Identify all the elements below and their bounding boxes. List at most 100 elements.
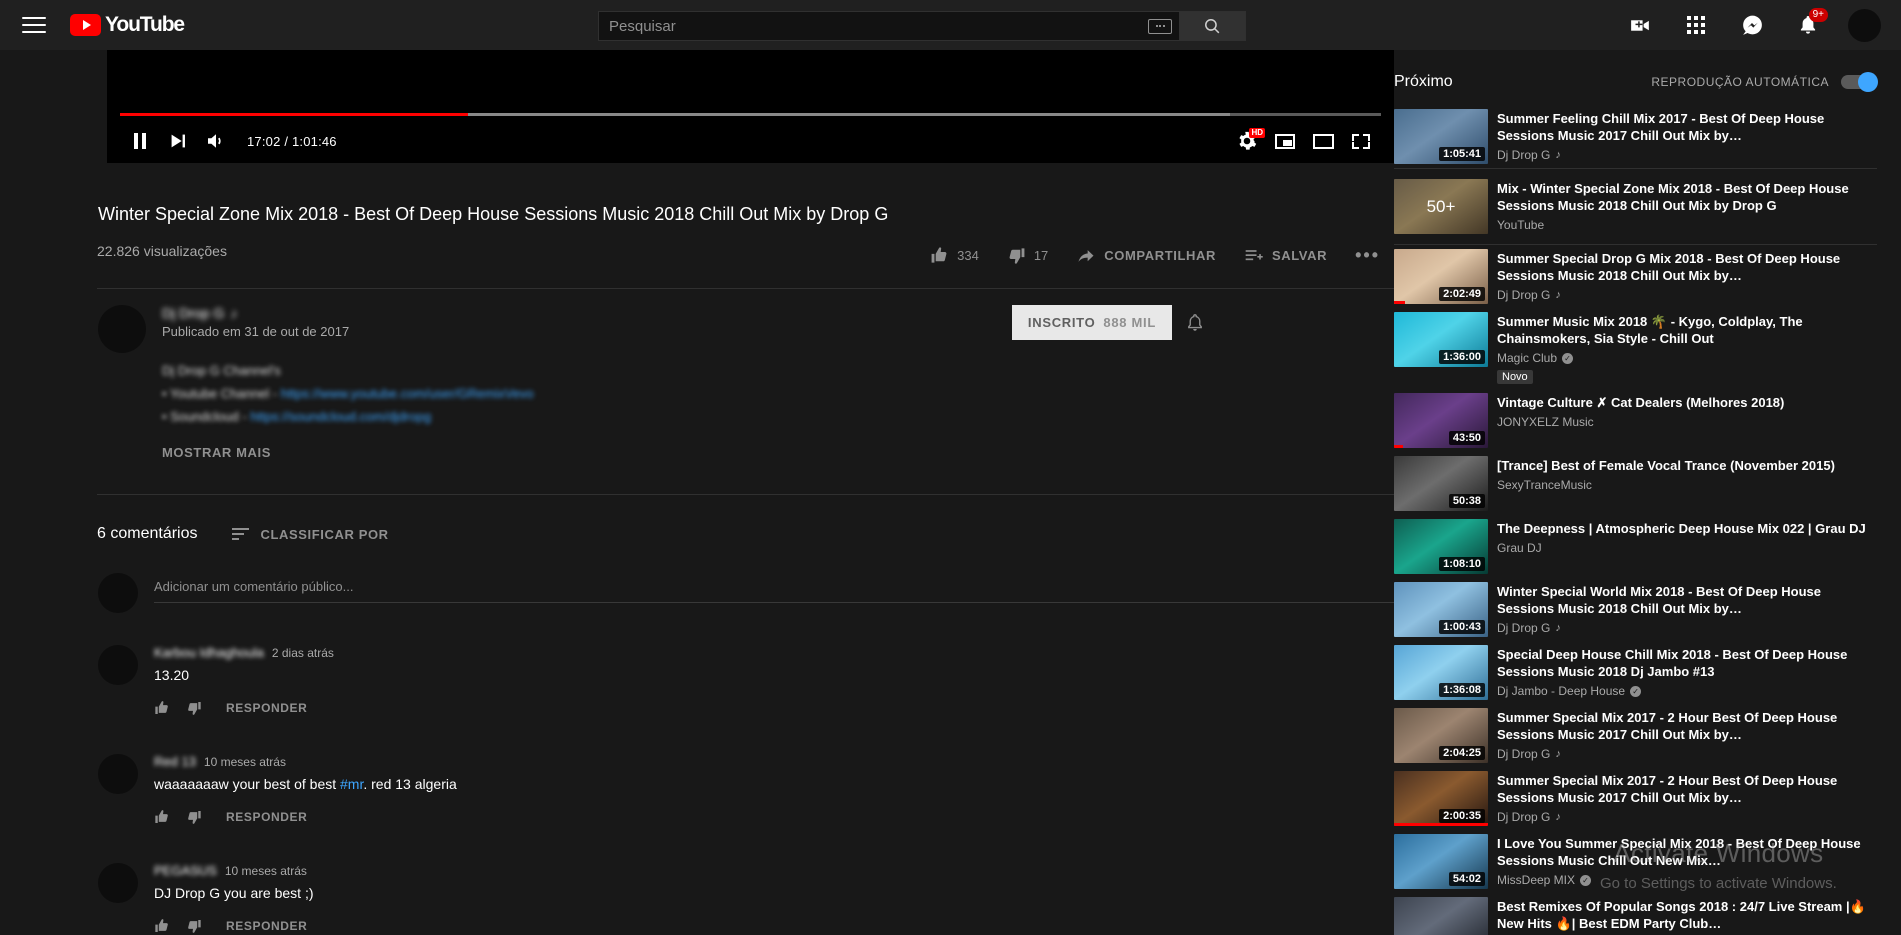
video-thumbnail[interactable] (1394, 897, 1488, 935)
video-thumbnail[interactable]: 54:02 (1394, 834, 1488, 889)
related-video-title[interactable]: Winter Special World Mix 2018 - Best Of … (1497, 583, 1877, 617)
theater-mode-button[interactable] (1304, 122, 1342, 160)
menu-icon[interactable] (22, 13, 46, 37)
save-button[interactable]: SALVAR (1230, 236, 1341, 276)
search-button[interactable] (1180, 11, 1246, 41)
comment-author-avatar[interactable] (98, 645, 138, 685)
related-video-item[interactable]: 54:02 I Love You Summer Special Mix 2018 … (1394, 830, 1877, 893)
related-video-item[interactable]: 2:02:49 Summer Special Drop G Mix 2018 - … (1394, 245, 1877, 308)
comment-author[interactable]: Red 13 (154, 754, 196, 769)
related-video-title[interactable]: Vintage Culture ✗ Cat Dealers (Melhores … (1497, 394, 1877, 411)
related-video-channel[interactable]: Grau DJ (1497, 541, 1877, 555)
progress-bar-row[interactable] (107, 113, 1394, 118)
comment-author-avatar[interactable] (98, 754, 138, 794)
related-video-channel[interactable]: Dj Drop G ♪ (1497, 810, 1877, 824)
related-video-channel[interactable]: YouTube (1497, 218, 1877, 232)
related-video-title[interactable]: Summer Feeling Chill Mix 2017 - Best Of … (1497, 110, 1877, 144)
related-video-item[interactable]: 2:04:25 Summer Special Mix 2017 - 2 Hour … (1394, 704, 1877, 767)
related-video-channel[interactable]: MissDeep MIX ✓ (1497, 873, 1877, 887)
video-thumbnail[interactable]: 2:02:49 (1394, 249, 1488, 304)
related-video-title[interactable]: Special Deep House Chill Mix 2018 - Best… (1497, 646, 1877, 680)
notifications-button[interactable]: 9+ (1788, 5, 1828, 45)
related-video-title[interactable]: Mix - Winter Special Zone Mix 2018 - Bes… (1497, 180, 1877, 214)
related-video-title[interactable]: Summer Music Mix 2018 🌴 - Kygo, Coldplay… (1497, 313, 1877, 347)
video-thumbnail[interactable]: 1:36:00 (1394, 312, 1488, 367)
related-video-item[interactable]: 50+ Mix - Winter Special Zone Mix 2018 - … (1394, 168, 1877, 245)
comment-dislike-button[interactable] (178, 912, 210, 935)
keyboard-icon[interactable] (1148, 18, 1172, 34)
related-video-item[interactable]: Best Remixes Of Popular Songs 2018 : 24/… (1394, 893, 1877, 935)
search-input[interactable] (609, 17, 1148, 35)
related-video-title[interactable]: [Trance] Best of Female Vocal Trance (No… (1497, 457, 1877, 474)
comment-reply-button[interactable]: RESPONDER (226, 919, 307, 933)
video-thumbnail[interactable]: 1:08:10 (1394, 519, 1488, 574)
miniplayer-button[interactable] (1266, 122, 1304, 160)
fullscreen-button[interactable] (1342, 122, 1380, 160)
related-video-channel[interactable]: Magic Club ✓ (1497, 351, 1877, 365)
video-thumbnail[interactable]: 2:00:35 (1394, 771, 1488, 826)
messages-button[interactable] (1732, 5, 1772, 45)
comment-reply-button[interactable]: RESPONDER (226, 701, 307, 715)
related-video-channel[interactable]: Dj Drop G ♪ (1497, 621, 1877, 635)
progress-track[interactable] (120, 113, 1381, 116)
comment-dislike-button[interactable] (178, 694, 210, 722)
channel-avatar[interactable] (98, 305, 146, 353)
youtube-logo[interactable]: YouTube (70, 13, 185, 37)
comment-like-button[interactable] (146, 803, 178, 831)
related-video-channel[interactable]: JONYXELZ Music (1497, 415, 1877, 429)
create-video-button[interactable] (1620, 5, 1660, 45)
related-video-channel[interactable]: Dj Drop G ♪ (1497, 288, 1877, 302)
more-actions-button[interactable]: ••• (1341, 235, 1394, 276)
share-button[interactable]: COMPARTILHAR (1062, 236, 1230, 276)
comment-reply-button[interactable]: RESPONDER (226, 810, 307, 824)
related-video-channel[interactable]: Dj Drop G ♪ (1497, 747, 1877, 761)
apps-button[interactable] (1676, 5, 1716, 45)
video-player[interactable]: 17:02 / 1:01:46 HD (107, 50, 1394, 163)
video-thumbnail[interactable]: 50+ (1394, 179, 1488, 234)
dislike-button[interactable]: 17 (993, 236, 1062, 275)
related-video-title[interactable]: Summer Special Mix 2017 - 2 Hour Best Of… (1497, 772, 1877, 806)
related-video-item[interactable]: 50:38 [Trance] Best of Female Vocal Tranc… (1394, 452, 1877, 515)
soundcloud-link[interactable]: https://soundcloud.com/djdropg (250, 409, 431, 424)
comment-author-avatar[interactable] (98, 863, 138, 903)
related-video-item[interactable]: 43:50 Vintage Culture ✗ Cat Dealers (Melh… (1394, 389, 1877, 452)
video-thumbnail[interactable]: 1:36:08 (1394, 645, 1488, 700)
search-box[interactable] (598, 11, 1180, 41)
related-video-title[interactable]: I Love You Summer Special Mix 2018 - Bes… (1497, 835, 1877, 869)
video-thumbnail[interactable]: 50:38 (1394, 456, 1488, 511)
video-thumbnail[interactable]: 1:00:43 (1394, 582, 1488, 637)
related-video-item[interactable]: 1:00:43 Winter Special World Mix 2018 - B… (1394, 578, 1877, 641)
related-video-channel[interactable]: Dj Drop G ♪ (1497, 148, 1877, 162)
related-video-title[interactable]: The Deepness | Atmospheric Deep House Mi… (1497, 520, 1877, 537)
related-video-item[interactable]: 1:05:41 Summer Feeling Chill Mix 2017 - B… (1394, 105, 1877, 168)
comment-author[interactable]: PEGASUS (154, 863, 217, 878)
show-more-button[interactable]: MOSTRAR MAIS (162, 445, 1394, 460)
related-video-item[interactable]: 1:08:10 The Deepness | Atmospheric Deep H… (1394, 515, 1877, 578)
related-video-item[interactable]: 1:36:08 Special Deep House Chill Mix 2018… (1394, 641, 1877, 704)
pause-button[interactable] (121, 122, 159, 160)
comment-like-button[interactable] (146, 694, 178, 722)
video-thumbnail[interactable]: 2:04:25 (1394, 708, 1488, 763)
video-thumbnail[interactable]: 43:50 (1394, 393, 1488, 448)
related-video-item[interactable]: 1:36:00 Summer Music Mix 2018 🌴 - Kygo, C… (1394, 308, 1877, 389)
comment-hashtag[interactable]: #mr (340, 776, 363, 792)
add-comment-input[interactable]: Adicionar um comentário público... (154, 579, 1394, 603)
autoplay-toggle[interactable] (1841, 72, 1878, 92)
channel-name[interactable]: Dj Drop G ♪ (162, 305, 237, 321)
youtube-channel-link[interactable]: https://www.youtube.com/user/GRemixVevo (281, 386, 534, 401)
video-thumbnail[interactable]: 1:05:41 (1394, 109, 1488, 164)
user-avatar[interactable] (1848, 8, 1881, 42)
comment-dislike-button[interactable] (178, 803, 210, 831)
sort-comments-button[interactable]: CLASSIFICAR POR (231, 527, 389, 542)
related-video-title[interactable]: Summer Special Mix 2017 - 2 Hour Best Of… (1497, 709, 1877, 743)
autoplay-control[interactable]: REPRODUÇÃO AUTOMÁTICA (1651, 72, 1878, 92)
next-video-button[interactable] (159, 122, 197, 160)
notification-bell-icon[interactable] (1184, 312, 1206, 334)
related-video-title[interactable]: Best Remixes Of Popular Songs 2018 : 24/… (1497, 898, 1877, 932)
related-video-title[interactable]: Summer Special Drop G Mix 2018 - Best Of… (1497, 250, 1877, 284)
comment-like-button[interactable] (146, 912, 178, 935)
settings-button[interactable]: HD (1228, 122, 1266, 160)
related-video-channel[interactable]: Dj Jambo - Deep House ✓ (1497, 684, 1877, 698)
related-video-item[interactable]: 2:00:35 Summer Special Mix 2017 - 2 Hour … (1394, 767, 1877, 830)
related-video-channel[interactable]: SexyTranceMusic (1497, 478, 1877, 492)
